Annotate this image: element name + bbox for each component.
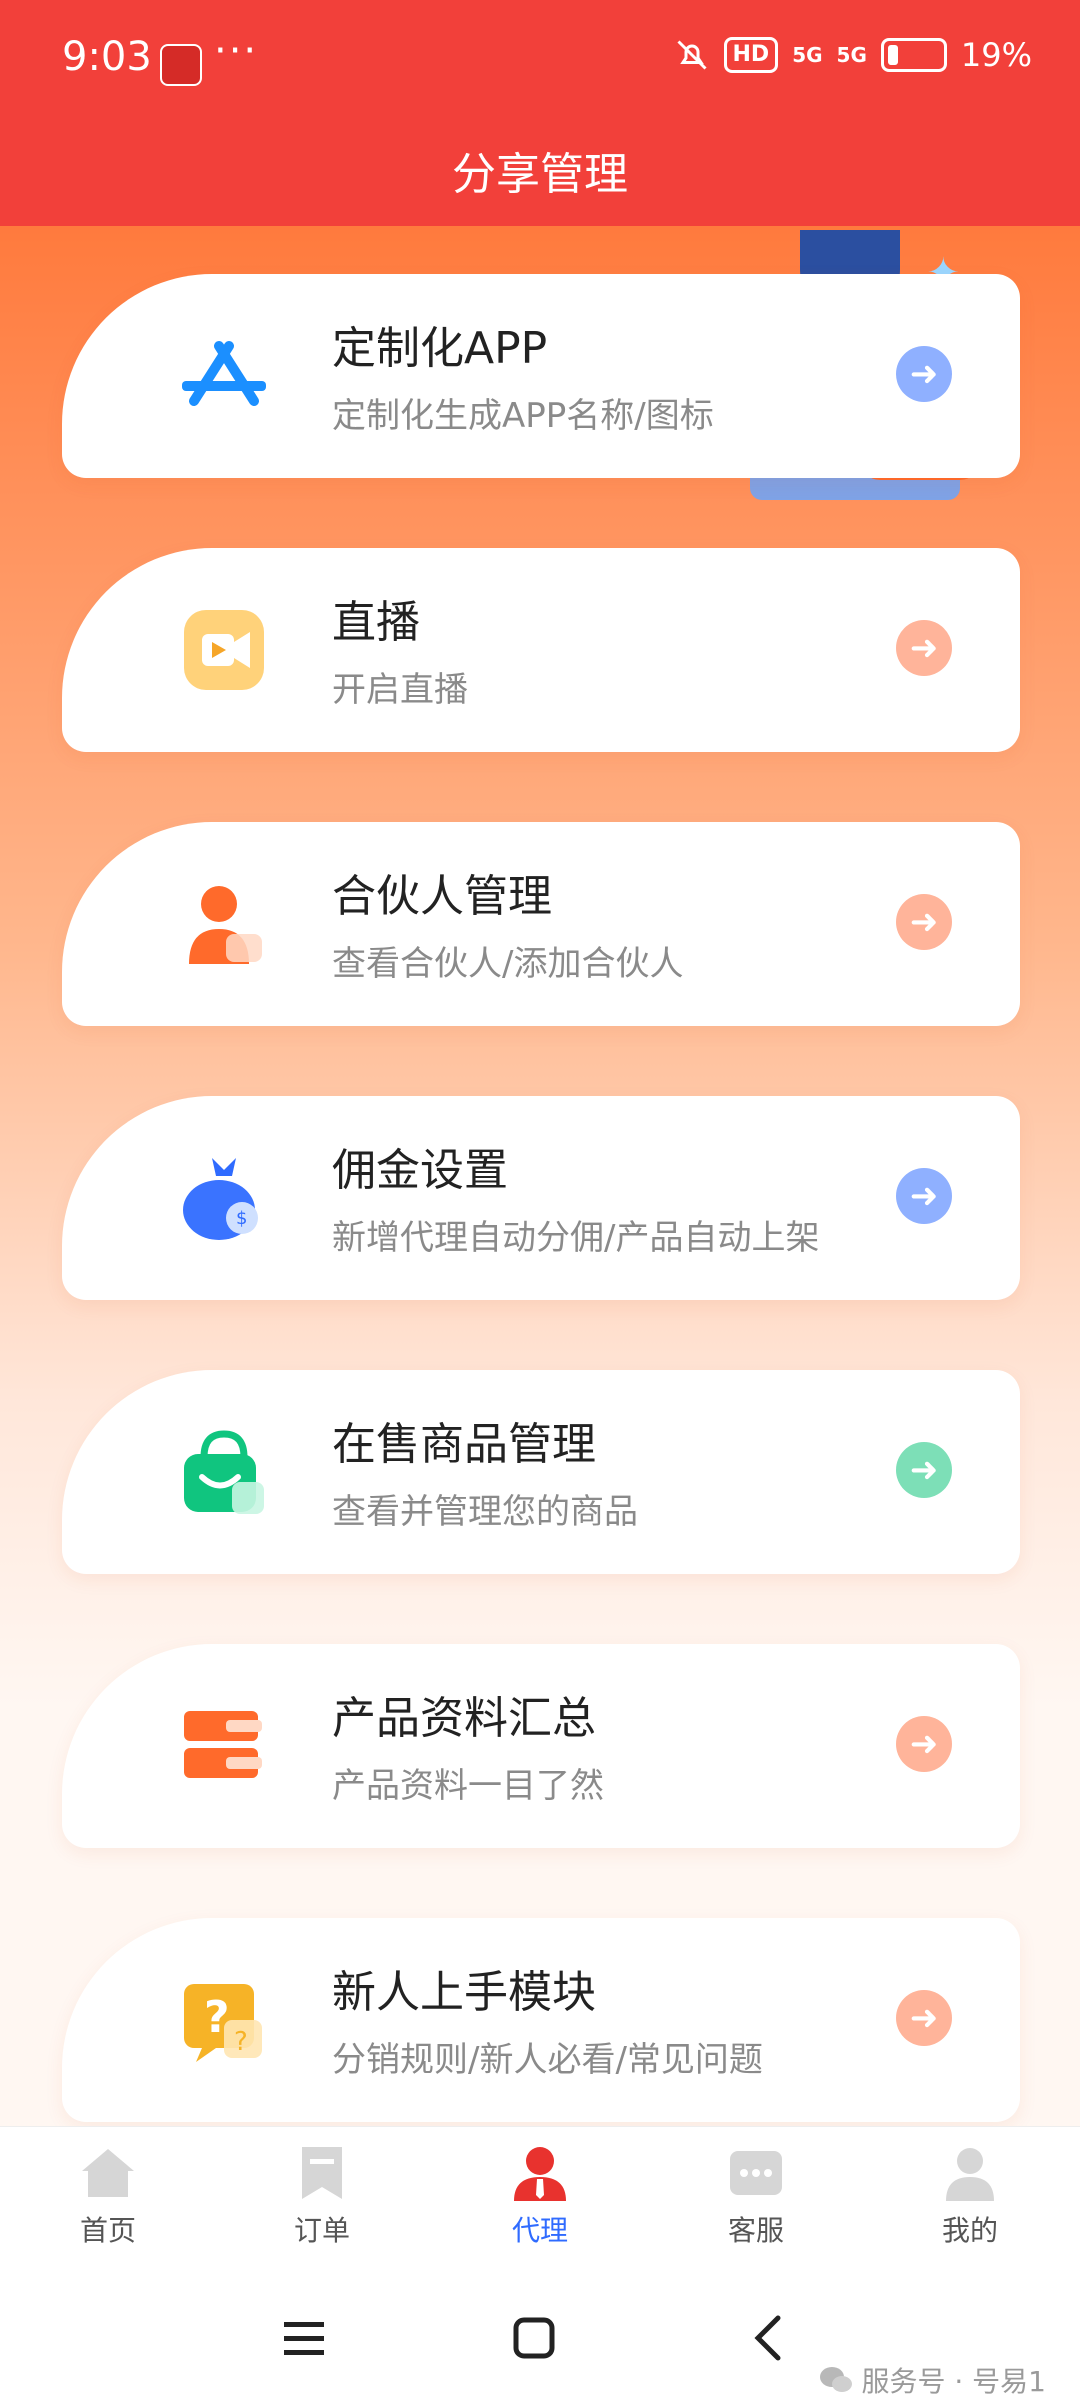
- header: 分享管理: [0, 130, 1080, 226]
- watermark: 服务号 · 号易1: [819, 2360, 1046, 2400]
- more-notifications-icon: ···: [214, 28, 259, 74]
- watermark-text: 服务号 · 号易1: [861, 2365, 1046, 2398]
- status-bar: 9:03 ··· HD 5G 5G 19%: [0, 0, 1080, 130]
- card-subtitle: 查看并管理您的商品: [332, 1492, 638, 1532]
- chat-icon: [730, 2151, 782, 2195]
- app-store-icon: [182, 341, 266, 406]
- svg-text:?: ?: [234, 2027, 248, 2057]
- card-title: 定制化APP: [332, 323, 548, 374]
- status-indicators: HD 5G 5G 19%: [674, 36, 1032, 74]
- tab-label: 代理: [511, 2214, 568, 2247]
- money-bag-icon: $: [183, 1158, 258, 1240]
- tab-label: 订单: [293, 2214, 350, 2247]
- card-title: 佣金设置: [332, 1145, 508, 1196]
- card-product-info[interactable]: 产品资料汇总 产品资料一目了然 ➜: [62, 1644, 1020, 1848]
- signal-1-icon: 5G: [792, 43, 823, 67]
- battery-level: 19%: [960, 36, 1032, 74]
- card-title: 产品资料汇总: [332, 1693, 596, 1744]
- wechat-icon: [820, 2367, 853, 2392]
- arrow-right-icon[interactable]: ➜: [896, 894, 952, 950]
- tab-label: 我的: [941, 2214, 998, 2247]
- bottom-tab-bar: 首页 订单 代理 客服 我的: [0, 2126, 1080, 2277]
- back-icon[interactable]: [740, 2308, 800, 2368]
- menu-icon[interactable]: [274, 2308, 334, 2368]
- tab-agent[interactable]: 代理: [470, 2145, 610, 2249]
- database-icon: [184, 1711, 262, 1778]
- tab-customer-service[interactable]: 客服: [686, 2145, 826, 2249]
- order-icon: [302, 2147, 342, 2199]
- card-title: 在售商品管理: [332, 1419, 596, 1470]
- status-time: 9:03: [62, 34, 152, 80]
- agent-icon: [514, 2147, 566, 2201]
- tab-home[interactable]: 首页: [38, 2145, 178, 2249]
- tab-label: 客服: [727, 2214, 784, 2247]
- card-live[interactable]: 直播 开启直播 ➜: [62, 548, 1020, 752]
- card-subtitle: 定制化生成APP名称/图标: [332, 396, 714, 436]
- card-subtitle: 分销规则/新人必看/常见问题: [332, 2040, 763, 2080]
- arrow-right-icon[interactable]: ➜: [896, 1716, 952, 1772]
- arrow-right-icon[interactable]: ➜: [896, 1442, 952, 1498]
- profile-icon: [946, 2148, 994, 2201]
- hd-badge: HD: [723, 37, 779, 73]
- partner-icon: [189, 886, 262, 964]
- card-partner[interactable]: 合伙人管理 查看合伙人/添加合伙人 ➜: [62, 822, 1020, 1026]
- live-video-icon: [184, 610, 264, 690]
- arrow-right-icon[interactable]: ➜: [896, 1990, 952, 2046]
- card-subtitle: 查看合伙人/添加合伙人: [332, 944, 684, 984]
- mute-bell-icon: [676, 40, 707, 70]
- tab-label: 首页: [79, 2214, 136, 2247]
- tab-orders[interactable]: 订单: [252, 2145, 392, 2249]
- card-subtitle: 产品资料一目了然: [332, 1766, 604, 1806]
- signal-2-icon: 5G: [836, 43, 867, 67]
- home-icon: [82, 2149, 134, 2197]
- card-newcomer-guide[interactable]: ? ? 新人上手模块 分销规则/新人必看/常见问题 ➜: [62, 1918, 1020, 2122]
- tab-profile[interactable]: 我的: [900, 2145, 1040, 2249]
- arrow-right-icon[interactable]: ➜: [896, 346, 952, 402]
- shopping-bag-icon: [184, 1430, 264, 1514]
- arrow-right-icon[interactable]: ➜: [896, 1168, 952, 1224]
- arrow-right-icon[interactable]: ➜: [896, 620, 952, 676]
- page-title: 分享管理: [452, 149, 628, 200]
- card-title: 直播: [332, 597, 420, 648]
- card-subtitle: 开启直播: [332, 670, 468, 710]
- card-commission[interactable]: $ 佣金设置 新增代理自动分佣/产品自动上架 ➜: [62, 1096, 1020, 1300]
- battery-icon: [880, 38, 947, 72]
- home-button-icon[interactable]: [504, 2308, 564, 2368]
- card-custom-app[interactable]: 定制化APP 定制化生成APP名称/图标 ➜: [62, 274, 1020, 478]
- card-products-on-sale[interactable]: 在售商品管理 查看并管理您的商品 ➜: [62, 1370, 1020, 1574]
- app-notification-icon: [160, 44, 202, 86]
- svg-text:$: $: [236, 1208, 247, 1229]
- card-title: 新人上手模块: [332, 1967, 596, 2018]
- card-subtitle: 新增代理自动分佣/产品自动上架: [332, 1218, 820, 1258]
- question-icon: ? ?: [184, 1984, 262, 2062]
- card-title: 合伙人管理: [332, 871, 552, 922]
